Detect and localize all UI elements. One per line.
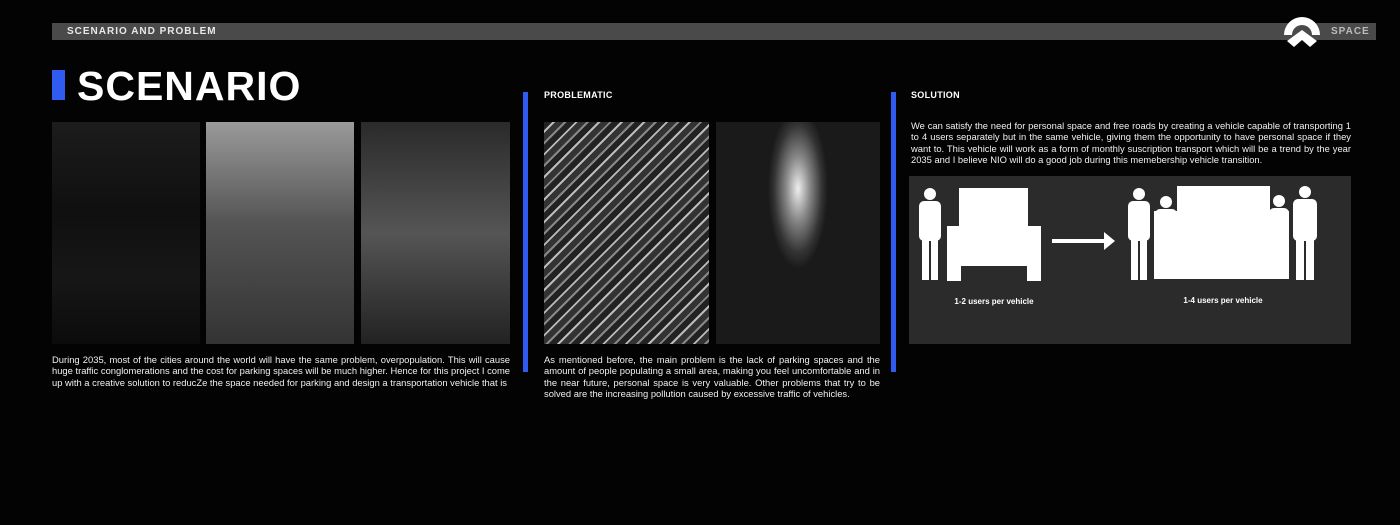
before-capacity-label: 1-2 users per vehicle [954, 297, 1034, 306]
divider-accent [891, 92, 896, 372]
city-street-photo [52, 122, 200, 344]
traffic-street-photo [361, 122, 510, 344]
vehicle-small-icon [947, 188, 1041, 281]
vehicle-capacity-diagram: 1-2 users per vehicle 1-4 users per vehi… [909, 176, 1351, 344]
page-title: SCENARIO [77, 63, 302, 109]
after-capacity-label: 1-4 users per vehicle [1183, 296, 1263, 305]
section-label: SCENARIO AND PROBLEM [67, 26, 217, 37]
scenario-text: During 2035, most of the cities around t… [52, 354, 510, 388]
nio-logo-icon [1284, 17, 1320, 47]
title-accent-block [52, 70, 65, 100]
person-silhouette-icon [1128, 188, 1150, 280]
divider-accent [523, 92, 528, 372]
solution-label: SOLUTION [911, 90, 960, 100]
problematic-text: As mentioned before, the main problem is… [544, 354, 880, 399]
section-header-bar: SCENARIO AND PROBLEM [52, 23, 1376, 40]
person-silhouette-icon [1293, 186, 1317, 280]
power-lines-photo [206, 122, 354, 344]
solution-text: We can satisfy the need for personal spa… [911, 120, 1351, 165]
vehicle-large-icon [1154, 186, 1289, 279]
problematic-label: PROBLEMATIC [544, 90, 613, 100]
arrow-icon [1052, 232, 1115, 250]
parking-lot-photo [544, 122, 709, 344]
courtyard-buildings-photo [716, 122, 880, 344]
brand-name: SPACE [1331, 26, 1370, 37]
person-silhouette-icon [919, 188, 941, 280]
